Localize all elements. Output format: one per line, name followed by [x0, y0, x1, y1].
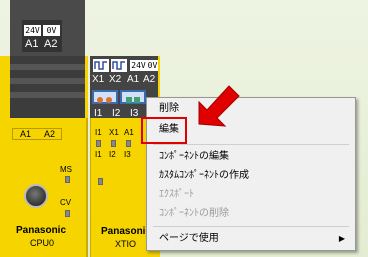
- xtio-io-row2-i2: I2: [109, 150, 116, 159]
- xtio-top-a2: A2: [143, 74, 156, 85]
- cpu-led-ms: [65, 176, 70, 183]
- cpu-terminal-block: 24V 0V A1 A2: [22, 20, 62, 52]
- xtio-io-row2-i1: I1: [95, 150, 102, 159]
- menu-item-delete-component: ｺﾝﾎﾟｰﾈﾝﾄの削除: [159, 208, 229, 219]
- cpu-brand: Panasonic: [16, 225, 67, 236]
- xtio-model: XTIO: [115, 239, 137, 249]
- cpu-module[interactable]: A1 A2 MS CV Panasonic CPU0: [0, 118, 88, 257]
- menu-item-label: ページで使用: [159, 233, 219, 244]
- xtio-led: [111, 140, 116, 147]
- xtio-top-x2: X2: [109, 74, 122, 85]
- red-arrow-icon: [198, 85, 240, 127]
- terminal-label-0v: 0V: [43, 25, 60, 36]
- terminal-a1: A1: [25, 38, 39, 50]
- xtio-top-x1: X1: [92, 74, 105, 85]
- menu-item-export: ｴｸｽﾎﾟｰﾄ: [159, 189, 194, 200]
- xtio-terminal-0v: 0V: [147, 60, 158, 71]
- selected-input-icon[interactable]: [92, 90, 118, 104]
- cpu-model: CPU0: [30, 238, 55, 248]
- edit-highlight-box: [141, 117, 187, 144]
- xtio-input-i3: I3: [130, 108, 139, 119]
- cpu-dial-icon: [24, 184, 48, 208]
- xtio-terminal-24v: 24V: [130, 60, 147, 71]
- terminal-a2: A2: [44, 38, 58, 50]
- cpu-io-a2: A2: [44, 129, 56, 139]
- cpu-screw-area: [10, 56, 85, 118]
- workspace-canvas[interactable]: 24V 0V A1 A2 A1 A2 MS CV Panasonic CPU0 …: [0, 0, 368, 257]
- terminal-label-24v: 24V: [24, 25, 41, 36]
- xtio-input-i2: I2: [112, 108, 121, 119]
- cpu-led-cv-label: CV: [60, 198, 72, 207]
- xtio-brand: Panasonic: [101, 226, 152, 237]
- cpu-led-cv: [65, 210, 70, 217]
- pulse-icon: [93, 59, 109, 72]
- menu-item-edit-component[interactable]: ｺﾝﾎﾟｰﾈﾝﾄの編集: [147, 147, 355, 167]
- cpu-io-a1: A1: [20, 129, 32, 139]
- menu-separator: [153, 144, 349, 145]
- xtio-io-x1: X1: [109, 128, 119, 137]
- menu-item-used-in-page[interactable]: ページで使用 ▶: [147, 229, 355, 249]
- xtio-io-row2-i3: I3: [124, 150, 131, 159]
- selected-input-icon[interactable]: [120, 90, 146, 104]
- xtio-io-i1: I1: [95, 128, 102, 137]
- menu-item-create-custom-component[interactable]: ｶｽﾀﾑｺﾝﾎﾟｰﾈﾝﾄの作成: [147, 166, 355, 186]
- submenu-arrow-icon: ▶: [338, 234, 345, 243]
- xtio-input-i1: I1: [94, 108, 103, 119]
- xtio-io-a1: A1: [124, 128, 134, 137]
- xtio-led-ms: [98, 178, 103, 185]
- xtio-led: [126, 140, 131, 147]
- pulse-icon: [111, 59, 127, 72]
- xtio-top-a1: A1: [127, 74, 140, 85]
- menu-item-delete[interactable]: 削除: [147, 99, 355, 119]
- xtio-led: [96, 140, 101, 147]
- menu-separator: [153, 226, 349, 227]
- cpu-led-ms-label: MS: [60, 165, 72, 174]
